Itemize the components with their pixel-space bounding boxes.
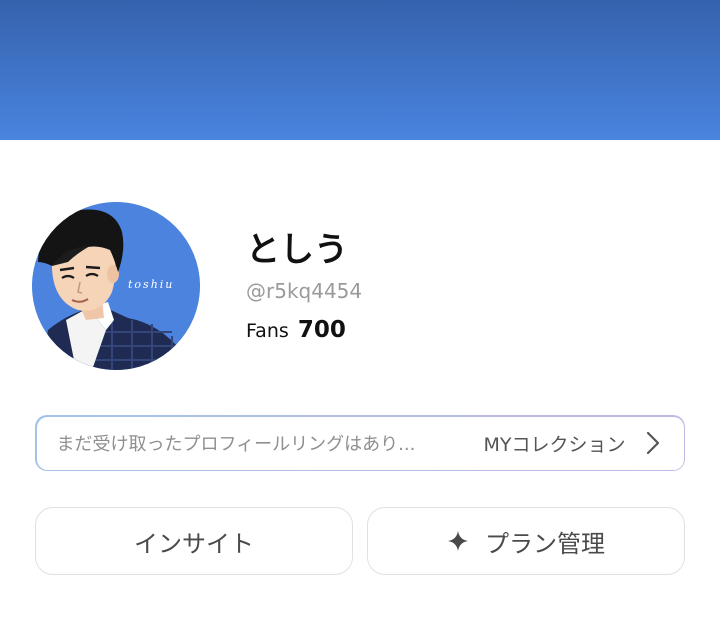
avatar[interactable]: toshiu [32, 202, 200, 370]
insight-button[interactable]: インサイト [35, 507, 353, 575]
my-collection-bar[interactable]: まだ受け取ったプロフィールリングはあり... MYコレクション [35, 415, 685, 471]
insight-button-label: インサイト [134, 529, 254, 558]
plan-management-button[interactable]: プラン管理 [367, 507, 685, 575]
fans-label: Fans [246, 320, 289, 342]
profile-name: としう [246, 230, 348, 270]
chevron-right-icon[interactable] [646, 431, 660, 455]
profile-ring-message: まだ受け取ったプロフィールリングはあり... [56, 434, 416, 455]
avatar-signature: toshiu [128, 278, 174, 291]
plan-management-label: プラン管理 [485, 529, 605, 558]
avatar-illustration: toshiu [32, 202, 200, 370]
sparkle-icon [447, 530, 469, 552]
profile-handle: @r5kq4454 [246, 279, 363, 303]
my-collection-link[interactable]: MYコレクション [484, 430, 626, 457]
fans-count: 700 [297, 317, 346, 343]
fans-count-row: Fans 700 [246, 317, 346, 343]
profile-screen: toshiu としう @r5kq4454 Fans 700 まだ受け取ったプロフ… [0, 0, 720, 620]
my-collection-bar-inner: まだ受け取ったプロフィールリングはあり... MYコレクション [36, 416, 684, 470]
cover-banner [0, 0, 720, 140]
